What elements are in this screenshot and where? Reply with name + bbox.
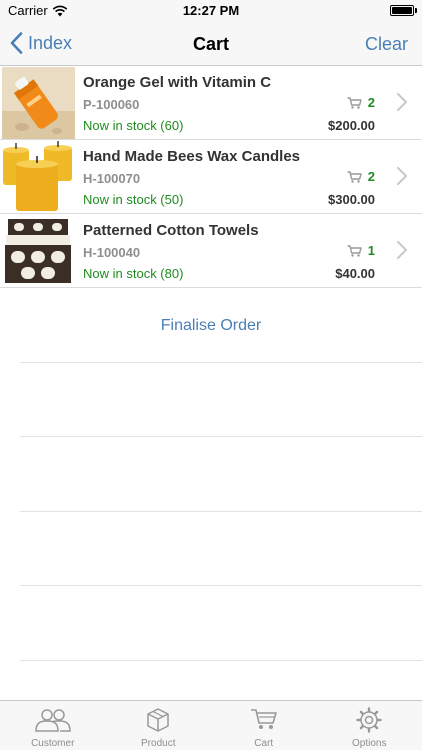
item-stock-status: Now in stock (60) (83, 118, 184, 133)
cart-icon (347, 170, 362, 183)
tab-options[interactable]: Options (317, 701, 422, 750)
cart-item-row[interactable]: Orange Gel with Vitamin C P-100060 Now i… (0, 66, 422, 140)
item-price: $300.00 (328, 192, 375, 207)
product-box-icon (147, 708, 169, 732)
cart-item-row[interactable]: Hand Made Bees Wax Candles H-100070 Now … (0, 140, 422, 214)
customer-icon (34, 709, 71, 732)
cart-icon (250, 709, 277, 729)
item-sku: H-100070 (83, 171, 141, 186)
item-quantity: 2 (347, 169, 375, 184)
list-divider (20, 585, 422, 586)
item-name: Patterned Cotton Towels (83, 222, 259, 239)
item-quantity: 1 (347, 243, 375, 258)
item-quantity-value: 2 (367, 95, 375, 110)
cart-list: Orange Gel with Vitamin C P-100060 Now i… (0, 66, 422, 288)
item-name: Hand Made Bees Wax Candles (83, 148, 301, 165)
tab-options-label: Options (352, 738, 387, 749)
item-stock-status: Now in stock (50) (83, 192, 184, 207)
tab-product-label: Product (141, 738, 176, 749)
item-price: $40.00 (335, 266, 375, 281)
cart-icon (347, 96, 362, 109)
status-time: 12:27 PM (182, 3, 240, 18)
navigation-bar: Index Cart Clear (0, 22, 422, 66)
towels-thumbnail (2, 215, 75, 287)
list-divider (20, 511, 422, 512)
item-sku: P-100060 (83, 97, 140, 112)
list-divider (20, 660, 422, 661)
tab-product[interactable]: Product (106, 701, 212, 750)
tab-customer[interactable]: Customer (0, 701, 106, 750)
item-stock-status: Now in stock (80) (83, 266, 184, 281)
battery-tip (415, 8, 417, 13)
gear-icon (356, 707, 382, 733)
list-divider (20, 362, 422, 363)
cart-icon (347, 244, 362, 257)
item-name: Orange Gel with Vitamin C (83, 74, 272, 91)
item-quantity-value: 2 (367, 169, 375, 184)
cart-item-row[interactable]: Patterned Cotton Towels H-100040 Now in … (0, 214, 422, 288)
orange-gel-thumbnail (2, 67, 75, 139)
page-title: Cart (192, 34, 229, 54)
tab-cart-label: Cart (254, 738, 274, 749)
finalise-order-button[interactable]: Finalise Order (0, 317, 422, 335)
clear-button[interactable]: Clear (365, 34, 408, 55)
chevron-right-icon (397, 241, 408, 259)
candles-thumbnail (2, 141, 75, 213)
item-sku: H-100040 (83, 245, 141, 260)
tab-bar: Customer Product Cart Options (0, 700, 422, 750)
tab-customer-label: Customer (31, 738, 75, 749)
item-quantity-value: 1 (367, 243, 375, 258)
battery-icon (390, 5, 414, 16)
tab-cart[interactable]: Cart (211, 701, 317, 750)
status-bar: Carrier 12:27 PM (0, 0, 422, 22)
item-quantity: 2 (347, 95, 375, 110)
chevron-right-icon (397, 93, 408, 111)
chevron-right-icon (397, 167, 408, 185)
list-divider (20, 436, 422, 437)
item-price: $200.00 (328, 118, 375, 133)
